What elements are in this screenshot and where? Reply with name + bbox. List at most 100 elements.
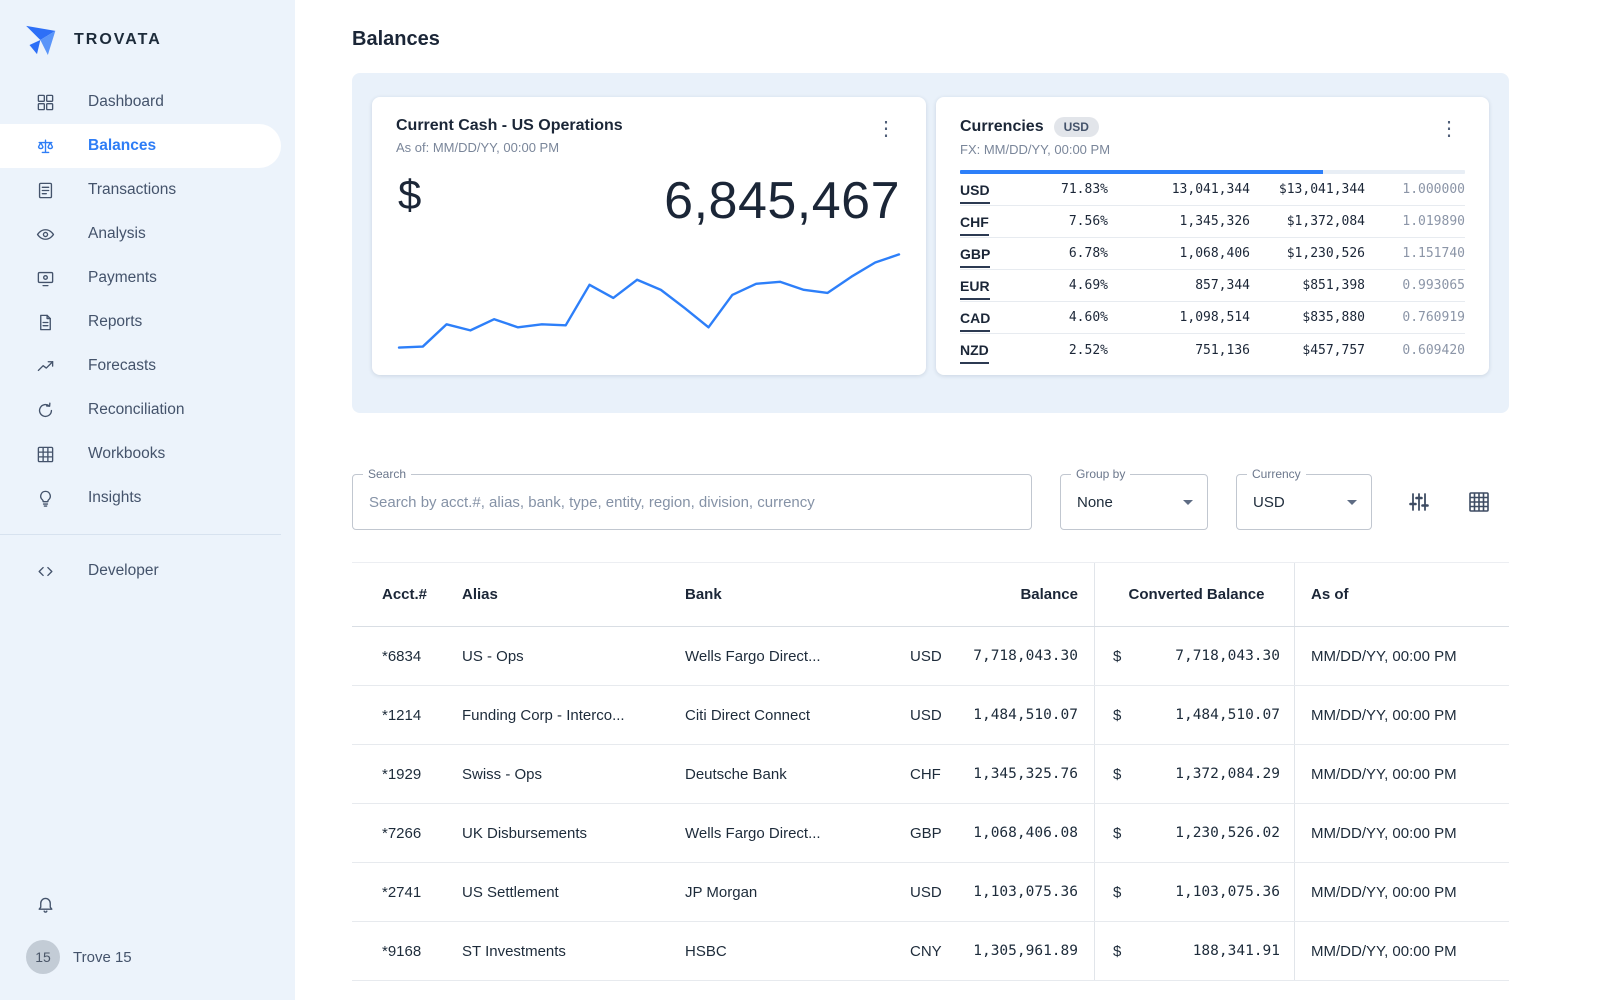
currency-code: NZD: [960, 342, 1008, 358]
currency-rate: 1.000000: [1365, 182, 1465, 197]
currency-code: CHF: [960, 214, 1008, 230]
grid-view-icon[interactable]: [1467, 490, 1491, 514]
cash-sparkline-chart: [396, 247, 902, 355]
trove-switcher[interactable]: 15 Trove 15: [26, 940, 132, 974]
sidebar-nav: Dashboard Balances Transactions Analysis: [0, 80, 295, 520]
developer-icon: [36, 562, 55, 581]
currency-converted: $1,230,526: [1250, 246, 1365, 261]
currency-pct: 2.52%: [1008, 343, 1108, 358]
reports-icon: [36, 313, 55, 332]
cell-bank: Wells Fargo Direct...: [685, 648, 910, 665]
sidebar-bottom: 15 Trove 15: [36, 894, 132, 974]
sidebar-item-analysis[interactable]: Analysis: [0, 212, 295, 256]
cell-asof: MM/DD/YY, 00:00 PM: [1294, 745, 1508, 803]
dashboard-icon: [36, 93, 55, 112]
cell-currency: USD: [910, 707, 942, 724]
table-header-row: Acct.# Alias Bank Balance Converted Bala…: [352, 563, 1509, 627]
sidebar-item-reconciliation[interactable]: Reconciliation: [0, 388, 295, 432]
sidebar-item-dashboard[interactable]: Dashboard: [0, 80, 295, 124]
cell-balance: 7,718,043.30: [973, 648, 1078, 664]
currency-symbol: $: [398, 171, 421, 219]
sidebar-item-label: Workbooks: [88, 445, 165, 463]
sidebar-item-balances[interactable]: Balances: [0, 124, 281, 168]
table-row[interactable]: *2741 US Settlement JP Morgan USD1,103,0…: [352, 863, 1509, 922]
currency-amount: 1,345,326: [1108, 214, 1250, 229]
brand-name: TROVATA: [74, 31, 162, 49]
notifications-bell-icon[interactable]: [36, 894, 55, 914]
sidebar-item-label: Dashboard: [88, 93, 164, 111]
page-title: Balances: [352, 28, 1509, 51]
currency-converted: $457,757: [1250, 343, 1365, 358]
search-input[interactable]: [353, 475, 1031, 529]
cell-converted-symbol: $: [1113, 766, 1121, 783]
currency-converted: $835,880: [1250, 310, 1365, 325]
currency-pct: 4.69%: [1008, 278, 1108, 293]
cash-card-kebab-icon[interactable]: ⋮: [870, 117, 902, 141]
cell-asof: MM/DD/YY, 00:00 PM: [1294, 922, 1508, 980]
currency-pct: 4.60%: [1008, 310, 1108, 325]
sidebar-item-label: Developer: [88, 562, 159, 580]
sidebar-item-label: Balances: [88, 137, 156, 155]
cell-acct: *1929: [352, 766, 462, 783]
filter-settings-icon[interactable]: [1407, 490, 1431, 514]
table-row[interactable]: *1929 Swiss - Ops Deutsche Bank CHF1,345…: [352, 745, 1509, 804]
currency-pct: 71.83%: [1008, 182, 1108, 197]
table-row[interactable]: *7266 UK Disbursements Wells Fargo Direc…: [352, 804, 1509, 863]
cell-currency: USD: [910, 884, 942, 901]
balances-table: Acct.# Alias Bank Balance Converted Bala…: [352, 562, 1509, 981]
col-header-balance: Balance: [910, 586, 1094, 603]
cell-converted-symbol: $: [1113, 884, 1121, 901]
currency-amount: 1,068,406: [1108, 246, 1250, 261]
payments-icon: [36, 269, 55, 288]
currency-pct: 7.56%: [1008, 214, 1108, 229]
app-window: TROVATA Dashboard Balances Transactions: [0, 0, 1600, 1000]
cell-converted: 1,230,526.02: [1175, 825, 1280, 841]
cell-alias: US Settlement: [462, 884, 685, 901]
filter-bar: Search Group by None Currency USD: [352, 474, 1509, 530]
reconciliation-icon: [36, 401, 55, 420]
cell-converted: 1,484,510.07: [1175, 707, 1280, 723]
col-header-converted: Converted Balance: [1094, 563, 1294, 626]
sidebar-item-workbooks[interactable]: Workbooks: [0, 432, 295, 476]
cell-acct: *7266: [352, 825, 462, 842]
currency-amount: 13,041,344: [1108, 182, 1250, 197]
currency-dropdown-label: Currency: [1247, 467, 1306, 481]
total-cash-amount: 6,845,467: [664, 171, 900, 231]
sidebar: TROVATA Dashboard Balances Transactions: [0, 0, 295, 1000]
cell-alias: Funding Corp - Interco...: [462, 707, 685, 724]
table-row[interactable]: *6834 US - Ops Wells Fargo Direct... USD…: [352, 627, 1509, 686]
cell-converted: 7,718,043.30: [1175, 648, 1280, 664]
group-by-dropdown[interactable]: Group by None: [1060, 474, 1208, 530]
currency-row: GBP 6.78% 1,068,406 $1,230,526 1.151740: [960, 238, 1465, 270]
table-row[interactable]: *9168 ST Investments HSBC CNY1,305,961.8…: [352, 922, 1509, 981]
col-header-alias: Alias: [462, 586, 685, 603]
currency-dropdown[interactable]: Currency USD: [1236, 474, 1372, 530]
sidebar-item-forecasts[interactable]: Forecasts: [0, 344, 295, 388]
cell-alias: US - Ops: [462, 648, 685, 665]
currencies-card-kebab-icon[interactable]: ⋮: [1433, 117, 1465, 141]
table-row[interactable]: *1214 Funding Corp - Interco... Citi Dir…: [352, 686, 1509, 745]
currency-row: NZD 2.52% 751,136 $457,757 0.609420: [960, 334, 1465, 366]
currency-rate: 1.151740: [1365, 246, 1465, 261]
cell-balance: 1,484,510.07: [973, 707, 1078, 723]
cell-currency: CHF: [910, 766, 941, 783]
cell-currency: GBP: [910, 825, 942, 842]
cell-asof: MM/DD/YY, 00:00 PM: [1294, 863, 1508, 921]
sidebar-item-developer[interactable]: Developer: [0, 549, 295, 593]
cell-balance: 1,103,075.36: [973, 884, 1078, 900]
cell-alias: ST Investments: [462, 943, 685, 960]
sidebar-item-transactions[interactable]: Transactions: [0, 168, 295, 212]
sidebar-item-label: Payments: [88, 269, 157, 287]
cell-converted: 1,372,084.29: [1175, 766, 1280, 782]
group-by-label: Group by: [1071, 467, 1130, 481]
currency-code: GBP: [960, 246, 1008, 262]
currency-rate: 0.609420: [1365, 343, 1465, 358]
sidebar-item-payments[interactable]: Payments: [0, 256, 295, 300]
cell-acct: *2741: [352, 884, 462, 901]
cell-bank: HSBC: [685, 943, 910, 960]
sidebar-item-insights[interactable]: Insights: [0, 476, 295, 520]
sidebar-item-reports[interactable]: Reports: [0, 300, 295, 344]
currency-converted: $851,398: [1250, 278, 1365, 293]
chevron-down-icon: [1347, 500, 1357, 505]
currency-row: CHF 7.56% 1,345,326 $1,372,084 1.019890: [960, 206, 1465, 238]
